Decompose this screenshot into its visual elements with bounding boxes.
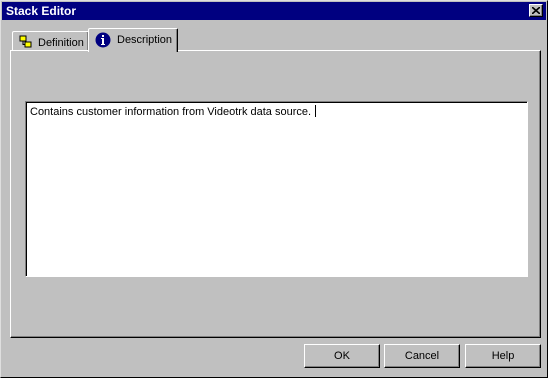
close-button[interactable] <box>529 4 543 17</box>
info-icon <box>95 32 111 51</box>
description-textarea[interactable]: Contains customer information from Video… <box>25 101 528 277</box>
close-icon <box>532 7 540 14</box>
window-title: Stack Editor <box>6 4 77 18</box>
help-button[interactable]: Help <box>465 344 541 368</box>
tab-description[interactable]: Description <box>88 28 178 52</box>
tab-description-label: Description <box>117 34 173 46</box>
tab-definition-label: Definition <box>38 37 84 49</box>
description-text: Contains customer information from Video… <box>30 106 312 118</box>
stack-editor-dialog: Stack Editor Definition Description Cont… <box>0 0 548 378</box>
tab-panel-description: Contains customer information from Video… <box>10 50 541 338</box>
title-bar: Stack Editor <box>2 2 546 20</box>
text-caret <box>315 105 317 117</box>
tab-definition[interactable]: Definition <box>12 31 89 51</box>
ok-button[interactable]: OK <box>304 344 380 368</box>
cancel-button[interactable]: Cancel <box>384 344 460 368</box>
